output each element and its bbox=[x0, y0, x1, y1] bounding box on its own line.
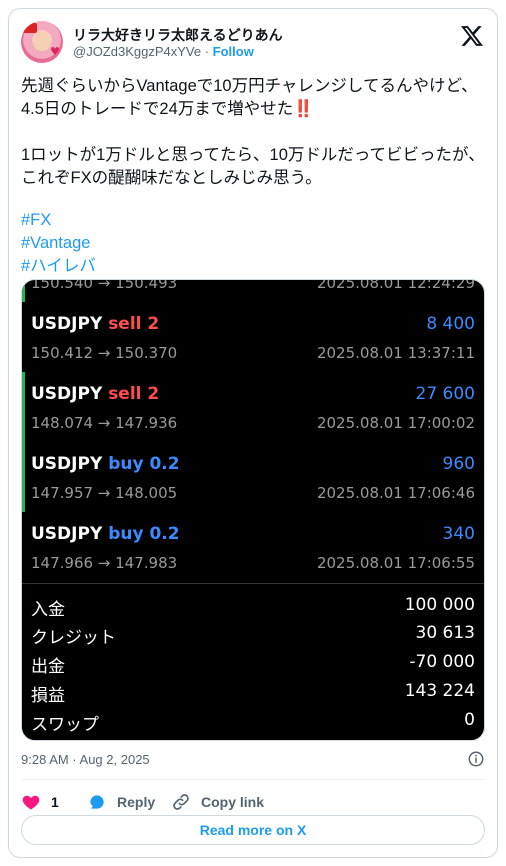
trade-date: 2025.08.01 17:00:02 bbox=[316, 414, 475, 432]
trade-indicator-bar bbox=[22, 372, 25, 442]
trade-symbol: USDJPY bbox=[31, 454, 103, 474]
copy-link-button[interactable]: Copy link bbox=[171, 787, 264, 817]
trade-profit: 8 400 bbox=[426, 314, 475, 334]
trade-row: USDJPY sell 2 27 600 148.074 → 147.936 2… bbox=[22, 372, 484, 442]
trade-lots: 0.2 bbox=[149, 454, 180, 474]
tweet-text-line2: 1ロットが1万ドルと思ってたら、10万ドルだってビビったが、これぞFXの醍醐味だ… bbox=[21, 146, 485, 187]
trade-history-screenshot[interactable]: 150.540 → 150.493 2025.08.01 12:24:29 US… bbox=[21, 279, 485, 741]
trade-prices: 148.074 → 147.936 bbox=[31, 414, 178, 432]
double-exclamation-emoji: ‼️ bbox=[293, 100, 314, 118]
trade-row: USDJPY buy 0.2 960 147.957 → 148.005 202… bbox=[22, 442, 484, 512]
author-handle[interactable]: @JOZd3KggzP4xYVe bbox=[73, 44, 201, 59]
summary-row-withdrawal: 出金 -70 000 bbox=[22, 650, 484, 678]
trade-symbol: USDJPY bbox=[31, 384, 103, 404]
hashtag-link[interactable]: #FX bbox=[21, 209, 96, 232]
trade-side: sell bbox=[108, 314, 142, 334]
summary-value: 30 613 bbox=[415, 623, 475, 643]
trade-date: 2025.08.01 17:06:46 bbox=[316, 484, 475, 502]
summary-label: クレジット bbox=[31, 628, 116, 648]
trade-prices: 150.540 → 150.493 bbox=[31, 279, 178, 292]
follow-button[interactable]: Follow bbox=[213, 44, 254, 59]
trade-side: buy bbox=[108, 454, 144, 474]
copy-link-label: Copy link bbox=[201, 794, 265, 810]
summary-value: -70 000 bbox=[409, 652, 475, 672]
like-count: 1 bbox=[51, 794, 59, 810]
trade-date: 2025.08.01 12:24:29 bbox=[316, 279, 475, 292]
avatar[interactable]: ♥ bbox=[21, 21, 63, 63]
hashtag-link[interactable]: #Vantage bbox=[21, 232, 96, 255]
trade-profit: 27 600 bbox=[415, 384, 475, 404]
summary-label: 出金 bbox=[31, 657, 65, 677]
summary-row-profit: 損益 143 224 bbox=[22, 679, 484, 707]
like-button[interactable]: 1 bbox=[21, 787, 59, 817]
trade-lots: 2 bbox=[147, 314, 160, 334]
trade-row: USDJPY buy 0.2 340 147.966 → 147.983 202… bbox=[22, 512, 484, 582]
trade-prices: 147.966 → 147.983 bbox=[31, 554, 178, 572]
trade-lots: 0.2 bbox=[149, 524, 180, 544]
trade-profit: 340 bbox=[442, 524, 475, 544]
reply-button[interactable]: Reply bbox=[87, 787, 155, 817]
summary-divider bbox=[22, 583, 484, 584]
heart-icon bbox=[22, 795, 40, 810]
hashtag-link[interactable]: #ハイレバ bbox=[21, 255, 96, 278]
summary-label: スワップ bbox=[31, 715, 99, 735]
trade-profit: 960 bbox=[442, 454, 475, 474]
actions-divider bbox=[21, 779, 485, 780]
info-icon[interactable] bbox=[467, 750, 485, 768]
summary-label: 入金 bbox=[31, 600, 65, 620]
trade-row: USDJPY sell 2 8 400 150.412 → 150.370 20… bbox=[22, 302, 484, 372]
x-logo-icon[interactable] bbox=[461, 25, 483, 47]
author-sub: @JOZd3KggzP4xYVe · Follow bbox=[73, 44, 254, 59]
tweet-card: ♥ リラ大好きリラ太郎えるどりあん @JOZd3KggzP4xYVe · Fol… bbox=[8, 8, 498, 858]
trade-date: 2025.08.01 17:06:55 bbox=[316, 554, 475, 572]
summary-row-deposit: 入金 100 000 bbox=[22, 593, 484, 621]
summary-value: 100 000 bbox=[404, 595, 475, 615]
hashtag-list: #FX #Vantage #ハイレバ bbox=[21, 209, 96, 278]
trade-symbol: USDJPY bbox=[31, 314, 103, 334]
link-icon bbox=[173, 794, 189, 810]
summary-row-credit: クレジット 30 613 bbox=[22, 621, 484, 649]
tweet-timestamp[interactable]: 9:28 AM · Aug 2, 2025 bbox=[21, 752, 150, 767]
trade-lots: 2 bbox=[147, 384, 160, 404]
trade-side: buy bbox=[108, 524, 144, 544]
reply-label: Reply bbox=[117, 794, 156, 810]
reply-icon bbox=[90, 795, 104, 809]
trade-indicator-bar bbox=[22, 442, 25, 512]
trade-date: 2025.08.01 13:37:11 bbox=[316, 344, 475, 362]
trade-row-partial: 150.540 → 150.493 2025.08.01 12:24:29 bbox=[22, 279, 484, 302]
tweet-text-line1: 先週ぐらいからVantageで10万円チャレンジしてるんやけど、4.5日のトレー… bbox=[21, 77, 478, 118]
tweet-actions: 1 Reply Copy link bbox=[21, 787, 487, 817]
tweet-text: 先週ぐらいからVantageで10万円チャレンジしてるんやけど、4.5日のトレー… bbox=[21, 75, 487, 190]
trade-prices: 150.412 → 150.370 bbox=[31, 344, 178, 362]
summary-value: 0 bbox=[464, 710, 475, 730]
tweet-header: ♥ リラ大好きリラ太郎えるどりあん @JOZd3KggzP4xYVe · Fol… bbox=[21, 21, 485, 69]
trade-prices: 147.957 → 148.005 bbox=[31, 484, 178, 502]
summary-value: 143 224 bbox=[404, 681, 475, 701]
summary-label: 損益 bbox=[31, 686, 65, 706]
handle-separator: · bbox=[201, 44, 213, 59]
trade-side: sell bbox=[108, 384, 142, 404]
read-more-button[interactable]: Read more on X bbox=[21, 815, 485, 845]
trade-symbol: USDJPY bbox=[31, 524, 103, 544]
summary-row-swap: スワップ 0 bbox=[22, 708, 484, 736]
author-name[interactable]: リラ大好きリラ太郎えるどりあん bbox=[73, 25, 283, 45]
